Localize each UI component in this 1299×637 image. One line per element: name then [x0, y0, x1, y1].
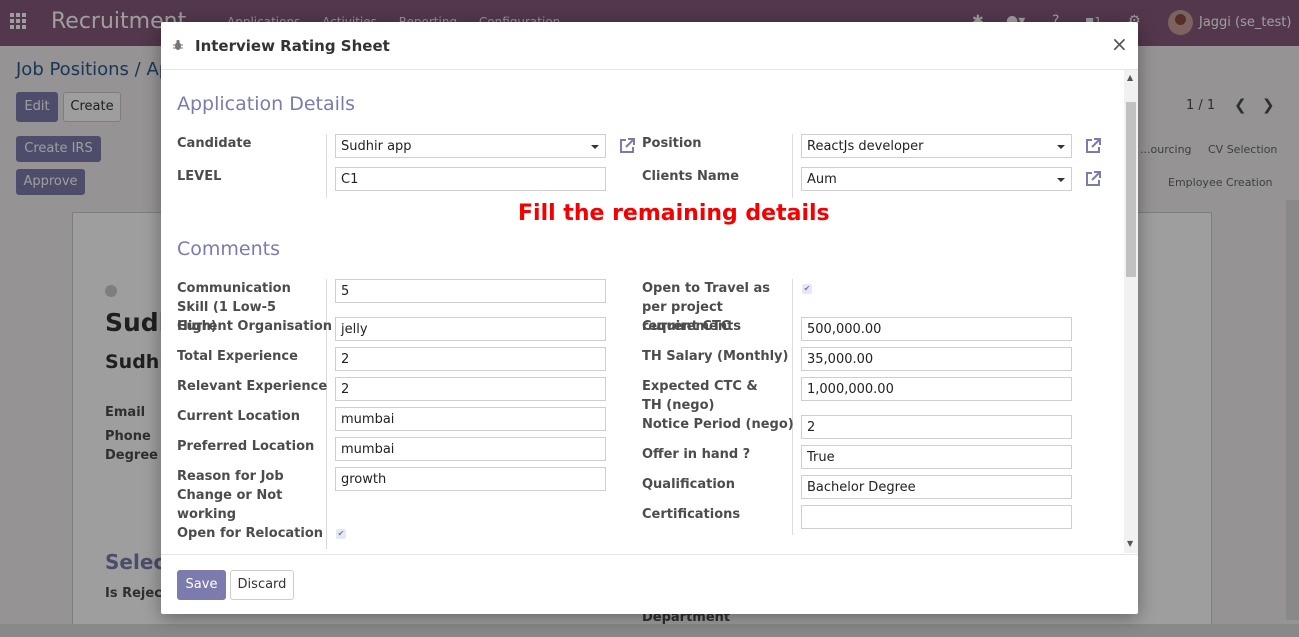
current-ctc-input[interactable]: 500,000.00 [801, 317, 1072, 341]
fill-details-notice: Fill the remaining details [518, 201, 830, 226]
scroll-up-icon[interactable]: ▲ [1127, 73, 1133, 82]
expected-ctc-input[interactable]: 1,000,000.00 [801, 377, 1072, 401]
candidate-select-value: Sudhir app [341, 139, 412, 154]
total-experience-input[interactable]: 2 [335, 347, 606, 371]
current-location-input[interactable]: mumbai [335, 407, 606, 431]
scroll-down-icon[interactable]: ▼ [1127, 539, 1133, 548]
close-icon[interactable]: × [1111, 32, 1128, 56]
candidate-select[interactable]: Sudhir app [335, 134, 606, 158]
relevant-experience-input[interactable]: 2 [335, 377, 606, 401]
bug-icon [173, 39, 183, 50]
current-organisation-input[interactable]: jelly [335, 317, 606, 341]
chevron-down-icon [591, 145, 599, 149]
column-separator [792, 134, 793, 198]
th-salary-input[interactable]: 35,000.00 [801, 347, 1072, 371]
clients-name-label: Clients Name [642, 169, 740, 184]
preferred-location-label: Preferred Location [177, 439, 315, 454]
qualification-input[interactable]: Bachelor Degree [801, 475, 1072, 499]
offer-in-hand-label: Offer in hand ? [642, 447, 751, 462]
communication-skill-input[interactable]: 5 [335, 279, 606, 303]
notice-period-input[interactable]: 2 [801, 415, 1072, 439]
certifications-input[interactable] [801, 505, 1072, 529]
dialog-scrollbar-thumb[interactable] [1126, 102, 1136, 277]
certifications-label: Certifications [642, 507, 741, 522]
total-experience-label: Total Experience [177, 349, 298, 364]
discard-button[interactable]: Discard [230, 570, 294, 600]
level-input[interactable]: C1 [335, 167, 606, 191]
save-button[interactable]: Save [177, 570, 226, 600]
open-for-relocation-checkbox[interactable]: ✔ [336, 529, 346, 539]
position-select[interactable]: ReactJs developer [801, 134, 1072, 158]
dialog-title: Interview Rating Sheet [195, 37, 390, 55]
expected-ctc-label: Expected CTC & TH (nego) [642, 379, 758, 413]
chevron-down-icon [1057, 145, 1065, 149]
interview-rating-dialog: Interview Rating Sheet × ▲ ▼ Application… [161, 22, 1138, 614]
section-comments: Comments [177, 238, 280, 260]
th-salary-label: TH Salary (Monthly) [642, 349, 789, 364]
dialog-footer: Save Discard [161, 554, 1138, 615]
reason-for-job-change-input[interactable]: growth [335, 467, 606, 491]
qualification-label: Qualification [642, 477, 735, 492]
candidate-label: Candidate [177, 136, 252, 151]
level-label: LEVEL [177, 169, 222, 184]
clients-select-value: Aum [807, 172, 837, 187]
section-application-details: Application Details [177, 93, 356, 115]
offer-in-hand-input[interactable]: True [801, 445, 1072, 469]
position-label: Position [642, 136, 702, 151]
external-link-icon[interactable] [1084, 137, 1102, 155]
clients-name-select[interactable]: Aum [801, 167, 1072, 191]
chevron-down-icon [1057, 178, 1065, 182]
current-location-label: Current Location [177, 409, 300, 424]
relevant-experience-label: Relevant Experience [177, 379, 328, 394]
column-separator [326, 134, 327, 198]
current-organisation-label: Current Organisation [177, 319, 333, 334]
current-ctc-label: Current CTC [642, 319, 731, 334]
open-to-travel-checkbox[interactable]: ✔ [802, 284, 812, 294]
notice-period-label: Notice Period (nego) [642, 417, 794, 432]
position-select-value: ReactJs developer [807, 139, 924, 154]
external-link-icon[interactable] [618, 137, 636, 155]
dialog-header: Interview Rating Sheet × [161, 22, 1138, 70]
open-for-relocation-label: Open for Relocation [177, 526, 324, 541]
preferred-location-input[interactable]: mumbai [335, 437, 606, 461]
reason-for-job-change-label: Reason for Job Change or Not working [177, 469, 284, 522]
external-link-icon[interactable] [1084, 170, 1102, 188]
column-separator [792, 279, 793, 535]
